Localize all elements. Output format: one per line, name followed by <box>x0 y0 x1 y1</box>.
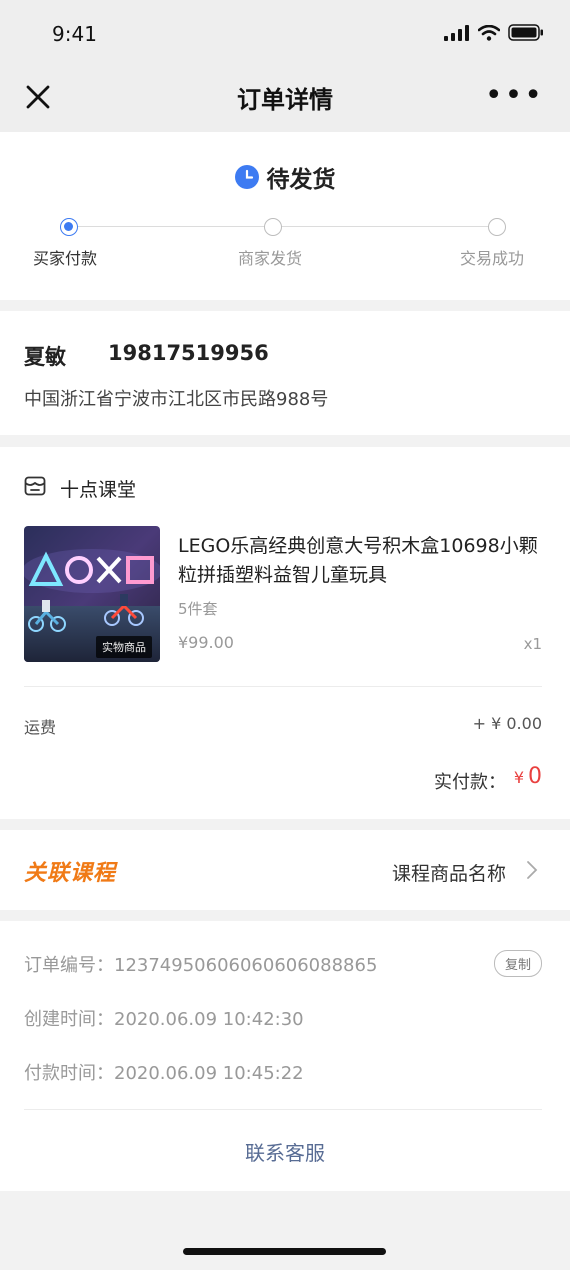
order-number-label: 订单编号： <box>24 955 114 976</box>
copy-button[interactable]: 复制 <box>493 950 542 977</box>
status-time: 9:41 <box>52 22 97 46</box>
created-time-row: 创建时间：2020.06.09 10:42:30 <box>24 1005 304 1031</box>
order-status-header: 待发货 <box>0 160 570 194</box>
signal-icon <box>444 24 469 41</box>
step-dot-paid <box>60 218 78 236</box>
order-status-title: 待发货 <box>266 167 336 193</box>
close-icon[interactable] <box>24 83 52 111</box>
clock-icon <box>234 165 259 189</box>
status-icons <box>444 24 544 41</box>
recipient-name: 夏敏 <box>24 345 66 369</box>
more-options-button[interactable]: ••• <box>485 81 544 111</box>
step-label-shipped: 商家发货 <box>238 249 303 268</box>
recipient-phone: 19817519956 <box>108 341 269 365</box>
shop-name[interactable]: 十点课堂 <box>60 475 136 502</box>
shipping-fee-label: 运费 <box>24 718 57 737</box>
divider <box>24 686 542 687</box>
paid-time-label: 付款时间： <box>24 1063 114 1084</box>
paid-amount-value: ¥0 <box>514 764 542 789</box>
created-time-value: 2020.06.09 10:42:30 <box>114 1009 304 1030</box>
contact-service-button[interactable]: 联系客服 <box>0 1137 570 1166</box>
home-indicator <box>183 1248 386 1255</box>
step-dot-shipped <box>264 218 282 236</box>
order-number-value: 12374950606060606088865 <box>114 955 378 976</box>
related-course-label: 关联课程 <box>24 861 117 886</box>
created-time-label: 创建时间： <box>24 1009 114 1030</box>
product-spec: 5件套 <box>178 600 218 618</box>
progress-line <box>70 226 498 227</box>
paid-amount-number: 0 <box>528 764 542 789</box>
divider <box>24 1109 542 1110</box>
chevron-right-icon[interactable] <box>526 860 538 880</box>
product-price: ¥99.00 <box>178 633 234 652</box>
shipping-fee-value: + ¥ 0.00 <box>472 714 542 733</box>
paid-amount-label: 实付款： <box>434 772 506 793</box>
step-label-completed: 交易成功 <box>460 249 525 268</box>
currency-symbol: ¥ <box>513 768 524 787</box>
order-number-row: 订单编号：12374950606060606088865 <box>24 951 377 977</box>
order-status-card <box>0 132 570 300</box>
product-type-tag: 实物商品 <box>96 636 152 658</box>
paid-time-row: 付款时间：2020.06.09 10:45:22 <box>24 1059 304 1085</box>
wifi-icon <box>478 24 500 41</box>
battery-icon <box>508 24 543 41</box>
related-course-name[interactable]: 课程商品名称 <box>392 859 506 886</box>
paid-time-value: 2020.06.09 10:45:22 <box>114 1063 304 1084</box>
recipient-address: 中国浙江省宁波市江北区市民路988号 <box>24 389 329 410</box>
product-quantity: x1 <box>523 635 542 653</box>
step-label-paid: 买家付款 <box>33 249 98 268</box>
product-title[interactable]: LEGO乐高经典创意大号积木盒10698小颗粒拼插塑料益智儿童玩具 <box>178 532 548 590</box>
shop-icon <box>24 476 46 496</box>
address-card <box>0 311 570 435</box>
step-dot-completed <box>488 218 506 236</box>
